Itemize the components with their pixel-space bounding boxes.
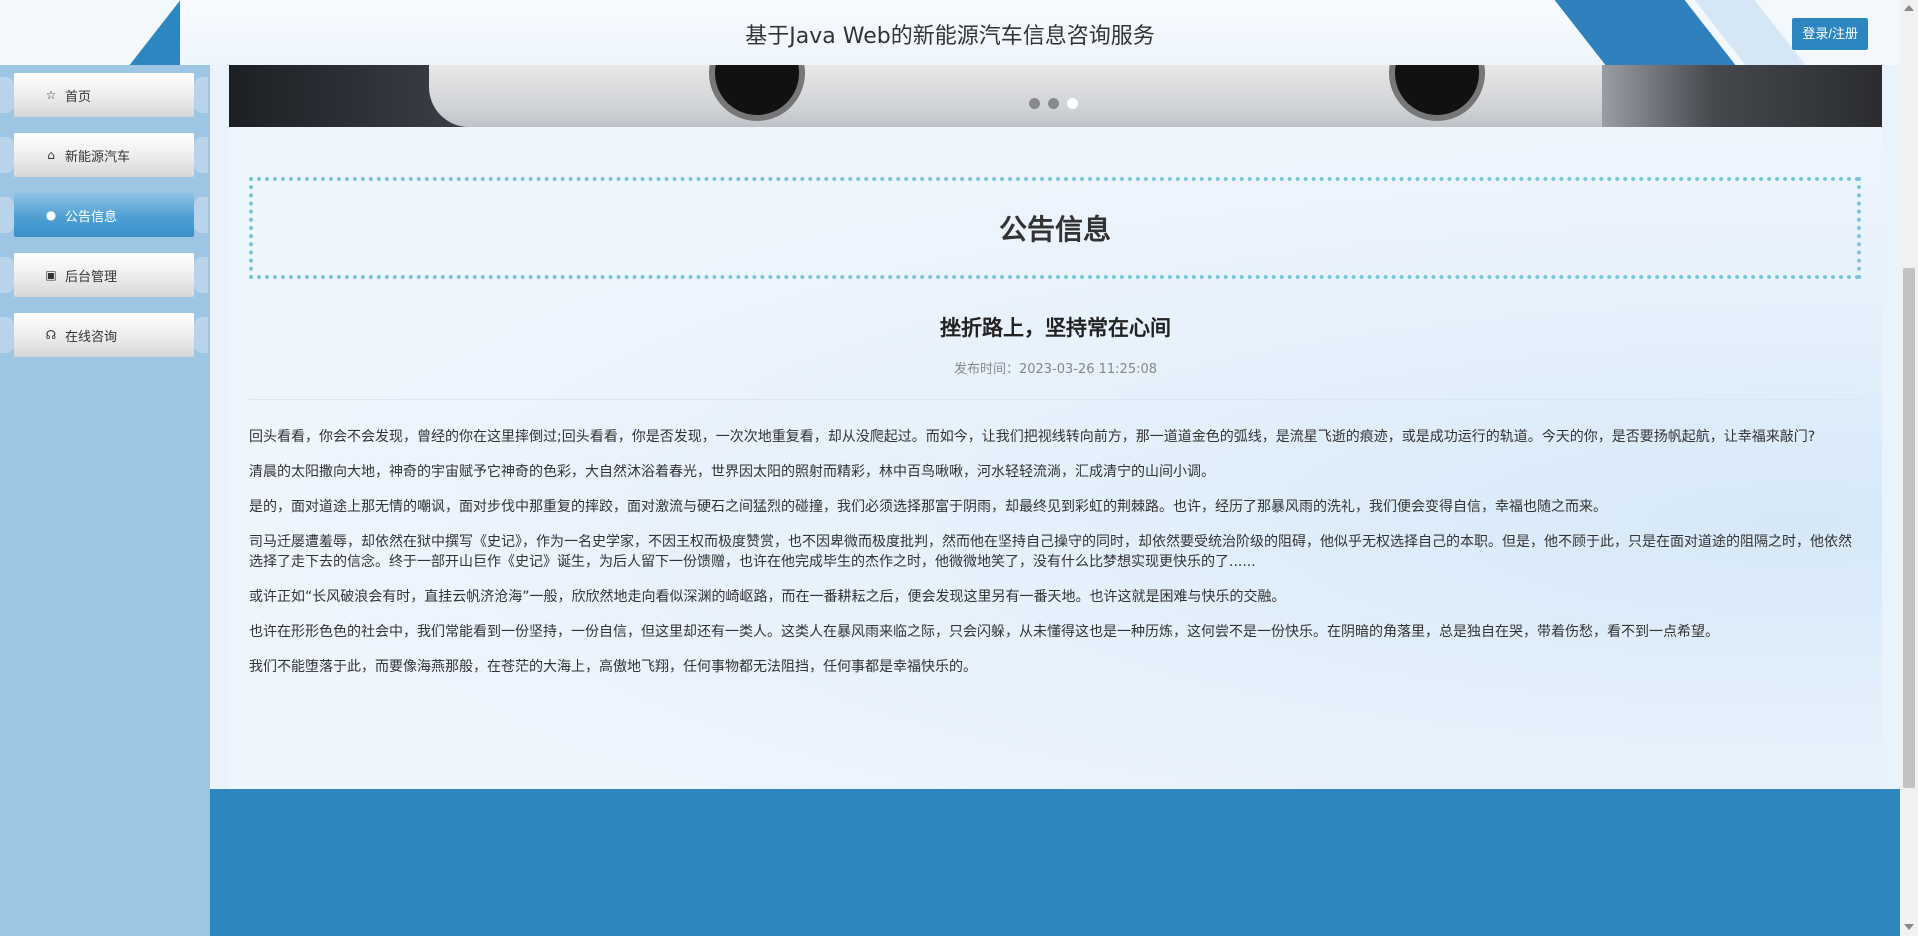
banner-image-right: [1602, 65, 1882, 127]
carousel-dot-2[interactable]: [1048, 98, 1059, 109]
sidebar-item-announcements[interactable]: ● 公告信息: [0, 193, 208, 237]
scroll-up-arrow-icon[interactable]: [1904, 5, 1914, 11]
article-title: 挫折路上，坚持常在心间: [940, 316, 1171, 340]
banner-carousel[interactable]: [229, 65, 1882, 127]
site-title: 基于Java Web的新能源汽车信息咨询服务: [745, 24, 1155, 49]
sidebar-item-online-consult[interactable]: ☊ 在线咨询: [0, 313, 208, 357]
sidebar-item-label: 首页: [65, 89, 92, 105]
scrollbar-thumb[interactable]: [1903, 268, 1915, 788]
section-header-box: 公告信息: [249, 177, 1861, 279]
notice-icon: ●: [45, 208, 57, 222]
bag-icon: ⌂: [47, 148, 55, 162]
sidebar-item-label: 公告信息: [65, 209, 118, 225]
scroll-down-arrow-icon[interactable]: [1904, 924, 1914, 930]
carousel-indicators: [1029, 98, 1078, 109]
carousel-dot-3[interactable]: [1067, 98, 1078, 109]
banner-car-image: [429, 65, 1729, 127]
article-paragraph: 司马迁屡遭羞辱，却依然在狱中撰写《史记》，作为一名史学家，不因王权而极度赞赏，也…: [249, 534, 1852, 570]
briefcase-icon: ▣: [45, 268, 57, 282]
sidebar-item-home[interactable]: ☆ 首页: [0, 73, 208, 117]
publish-time: 发布时间：2023-03-26 11:25:08: [953, 362, 1158, 377]
carousel-dot-1[interactable]: [1029, 98, 1040, 109]
sidebar-item-admin[interactable]: ▣ 后台管理: [0, 253, 208, 297]
article-paragraph: 是的，面对道途上那无情的嘲讽，面对步伐中那重复的摔跤，面对激流与硬石之间猛烈的碰…: [249, 499, 1607, 515]
sidebar-item-label: 新能源汽车: [65, 149, 131, 165]
divider: [249, 399, 1861, 400]
main-content: 公告信息 挫折路上，坚持常在心间 发布时间：2023-03-26 11:25:0…: [229, 127, 1882, 789]
sidebar-nav: ☆ 首页 ⌂ 新能源汽车 ● 公告信息 ▣ 后台管理 ☊ 在线咨询: [0, 65, 210, 936]
sidebar-item-new-energy-cars[interactable]: ⌂ 新能源汽车: [0, 133, 208, 177]
home-icon: ☆: [45, 88, 57, 102]
section-title: 公告信息: [998, 213, 1111, 246]
article-paragraph: 或许正如“长风破浪会有时，直挂云帆济沧海”一般，欣欣然地走向看似深渊的崎岖路，而…: [249, 589, 1286, 605]
article-body: 回头看看，你会不会发现，曾经的你在这里摔倒过;回头看看，你是否发现，一次次地重复…: [249, 427, 1861, 692]
page-scrollbar[interactable]: [1900, 0, 1918, 936]
login-register-button[interactable]: 登录/注册: [1792, 18, 1868, 50]
sidebar-item-label: 在线咨询: [65, 329, 118, 345]
sidebar-item-label: 后台管理: [65, 269, 118, 285]
headset-icon: ☊: [45, 328, 57, 342]
article-paragraph: 回头看看，你会不会发现，曾经的你在这里摔倒过;回头看看，你是否发现，一次次地重复…: [249, 429, 1816, 445]
article-paragraph: 我们不能堕落于此，而要像海燕那般，在苍茫的大海上，高傲地飞翔，任何事物都无法阻挡…: [249, 659, 977, 675]
footer: [210, 789, 1900, 936]
article-paragraph: 清晨的太阳撒向大地，神奇的宇宙赋予它神奇的色彩，大自然沐浴着春光，世界因太阳的照…: [249, 464, 1215, 480]
article-paragraph: 也许在形形色色的社会中，我们常能看到一份坚持，一份自信，但这里却还有一类人。这类…: [249, 624, 1719, 640]
header: 基于Java Web的新能源汽车信息咨询服务 登录/注册: [0, 0, 1900, 65]
